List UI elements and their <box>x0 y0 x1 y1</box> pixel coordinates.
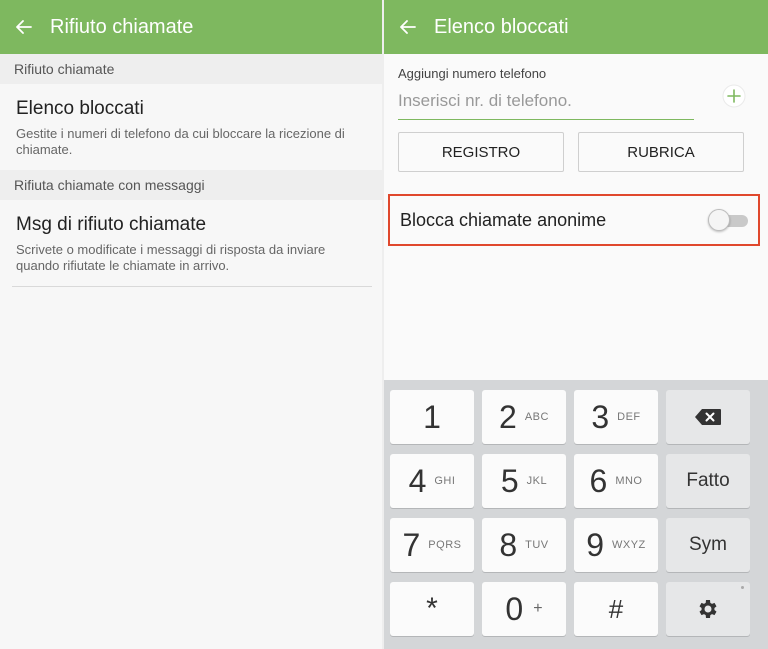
menu-item-subtitle: Gestite i numeri di telefono da cui bloc… <box>16 126 345 157</box>
key-digit: 8 <box>499 526 518 563</box>
menu-item-title: Msg di rifiuto chiamate <box>16 214 207 235</box>
plus-icon[interactable] <box>722 84 746 108</box>
menu-item-title: Elenco bloccati <box>16 98 144 119</box>
key-0[interactable]: 0 + <box>482 582 566 636</box>
page-title: Elenco bloccati <box>434 15 569 38</box>
key-letters: PQRS <box>428 539 462 551</box>
key-digit: 4 <box>408 462 427 499</box>
divider <box>12 286 372 287</box>
gear-icon <box>699 600 717 618</box>
key-8[interactable]: 8 TUV <box>482 518 566 572</box>
key-star[interactable]: * <box>390 582 474 636</box>
arrow-left-icon[interactable] <box>400 19 416 35</box>
key-letters: GHI <box>434 475 456 487</box>
add-phone-section: Aggiungi numero telefono <box>384 54 768 126</box>
key-6[interactable]: 6 MNO <box>574 454 658 508</box>
done-label: Fatto <box>686 470 730 491</box>
phone-field-label: Aggiungi numero telefono <box>398 66 547 81</box>
key-2[interactable]: 2 ABC <box>482 390 566 444</box>
key-hash[interactable]: # <box>574 582 658 636</box>
key-letters: WXYZ <box>612 539 646 551</box>
menu-item-reject-messages[interactable]: Msg di rifiuto chiamate Scrivete o modif… <box>0 200 382 286</box>
key-5[interactable]: 5 JKL <box>482 454 566 508</box>
keypad-row: * 0 + # <box>390 582 762 636</box>
key-symbol: # <box>608 593 624 624</box>
key-letters: + <box>533 600 543 617</box>
block-anonymous-row[interactable]: Blocca chiamate anonime <box>388 194 760 246</box>
keypad-row: 7 PQRS 8 TUV 9 WXYZ Sym <box>390 518 762 572</box>
call-rejection-screen: Rifiuto chiamate Rifiuto chiamate Elenco… <box>0 0 382 649</box>
key-9[interactable]: 9 WXYZ <box>574 518 658 572</box>
block-anonymous-label: Blocca chiamate anonime <box>400 209 607 230</box>
done-key[interactable]: Fatto <box>666 454 750 508</box>
key-1[interactable]: 1 <box>390 390 474 444</box>
contacts-button[interactable]: RUBRICA <box>578 132 744 172</box>
section-header-reject-messages: Rifiuta chiamate con messaggi <box>0 170 382 200</box>
key-7[interactable]: 7 PQRS <box>390 518 474 572</box>
key-digit: 2 <box>499 398 517 435</box>
backspace-icon <box>695 409 721 425</box>
key-letters: MNO <box>615 475 643 487</box>
keypad-row: 4 GHI 5 JKL 6 MNO Fatto <box>390 454 762 508</box>
key-digit: 3 <box>591 398 610 435</box>
key-letters: TUV <box>525 539 549 551</box>
indicator-dot <box>741 586 744 589</box>
arrow-left-icon[interactable] <box>16 19 32 35</box>
key-letters: JKL <box>526 475 548 487</box>
settings-key[interactable] <box>666 582 750 636</box>
keypad-row: 1 2 ABC 3 DEF <box>390 390 762 444</box>
key-digit: 0 <box>505 590 524 627</box>
menu-item-subtitle: Scrivete o modificate i messaggi di risp… <box>16 242 326 273</box>
key-digit: 1 <box>423 398 441 435</box>
key-letters: DEF <box>617 411 641 423</box>
sym-key[interactable]: Sym <box>666 518 750 572</box>
source-buttons: REGISTRO RUBRICA <box>384 132 768 172</box>
right-app-bar: Elenco bloccati <box>384 0 768 54</box>
key-digit: 5 <box>500 462 519 499</box>
key-3[interactable]: 3 DEF <box>574 390 658 444</box>
phone-number-input[interactable] <box>398 87 694 120</box>
key-digit: 7 <box>402 526 421 563</box>
block-anonymous-switch[interactable] <box>708 209 748 231</box>
page-title: Rifiuto chiamate <box>50 15 194 38</box>
log-button[interactable]: REGISTRO <box>398 132 564 172</box>
backspace-key[interactable] <box>666 390 750 444</box>
key-symbol: * <box>426 592 438 625</box>
block-list-screen: Elenco bloccati Aggiungi numero telefono… <box>384 0 768 649</box>
switch-knob <box>708 209 730 231</box>
key-digit: 9 <box>586 526 604 563</box>
sym-label: Sym <box>689 534 727 555</box>
left-app-bar: Rifiuto chiamate <box>0 0 382 54</box>
key-4[interactable]: 4 GHI <box>390 454 474 508</box>
section-header-call-rejection: Rifiuto chiamate <box>0 54 382 84</box>
key-letters: ABC <box>524 411 549 423</box>
key-digit: 6 <box>589 462 608 499</box>
numeric-keypad: 1 2 ABC 3 DEF 4 GHI 5 JKL 6 MNO Fatto 7 … <box>384 380 768 649</box>
menu-item-block-list[interactable]: Elenco bloccati Gestite i numeri di tele… <box>0 84 382 170</box>
